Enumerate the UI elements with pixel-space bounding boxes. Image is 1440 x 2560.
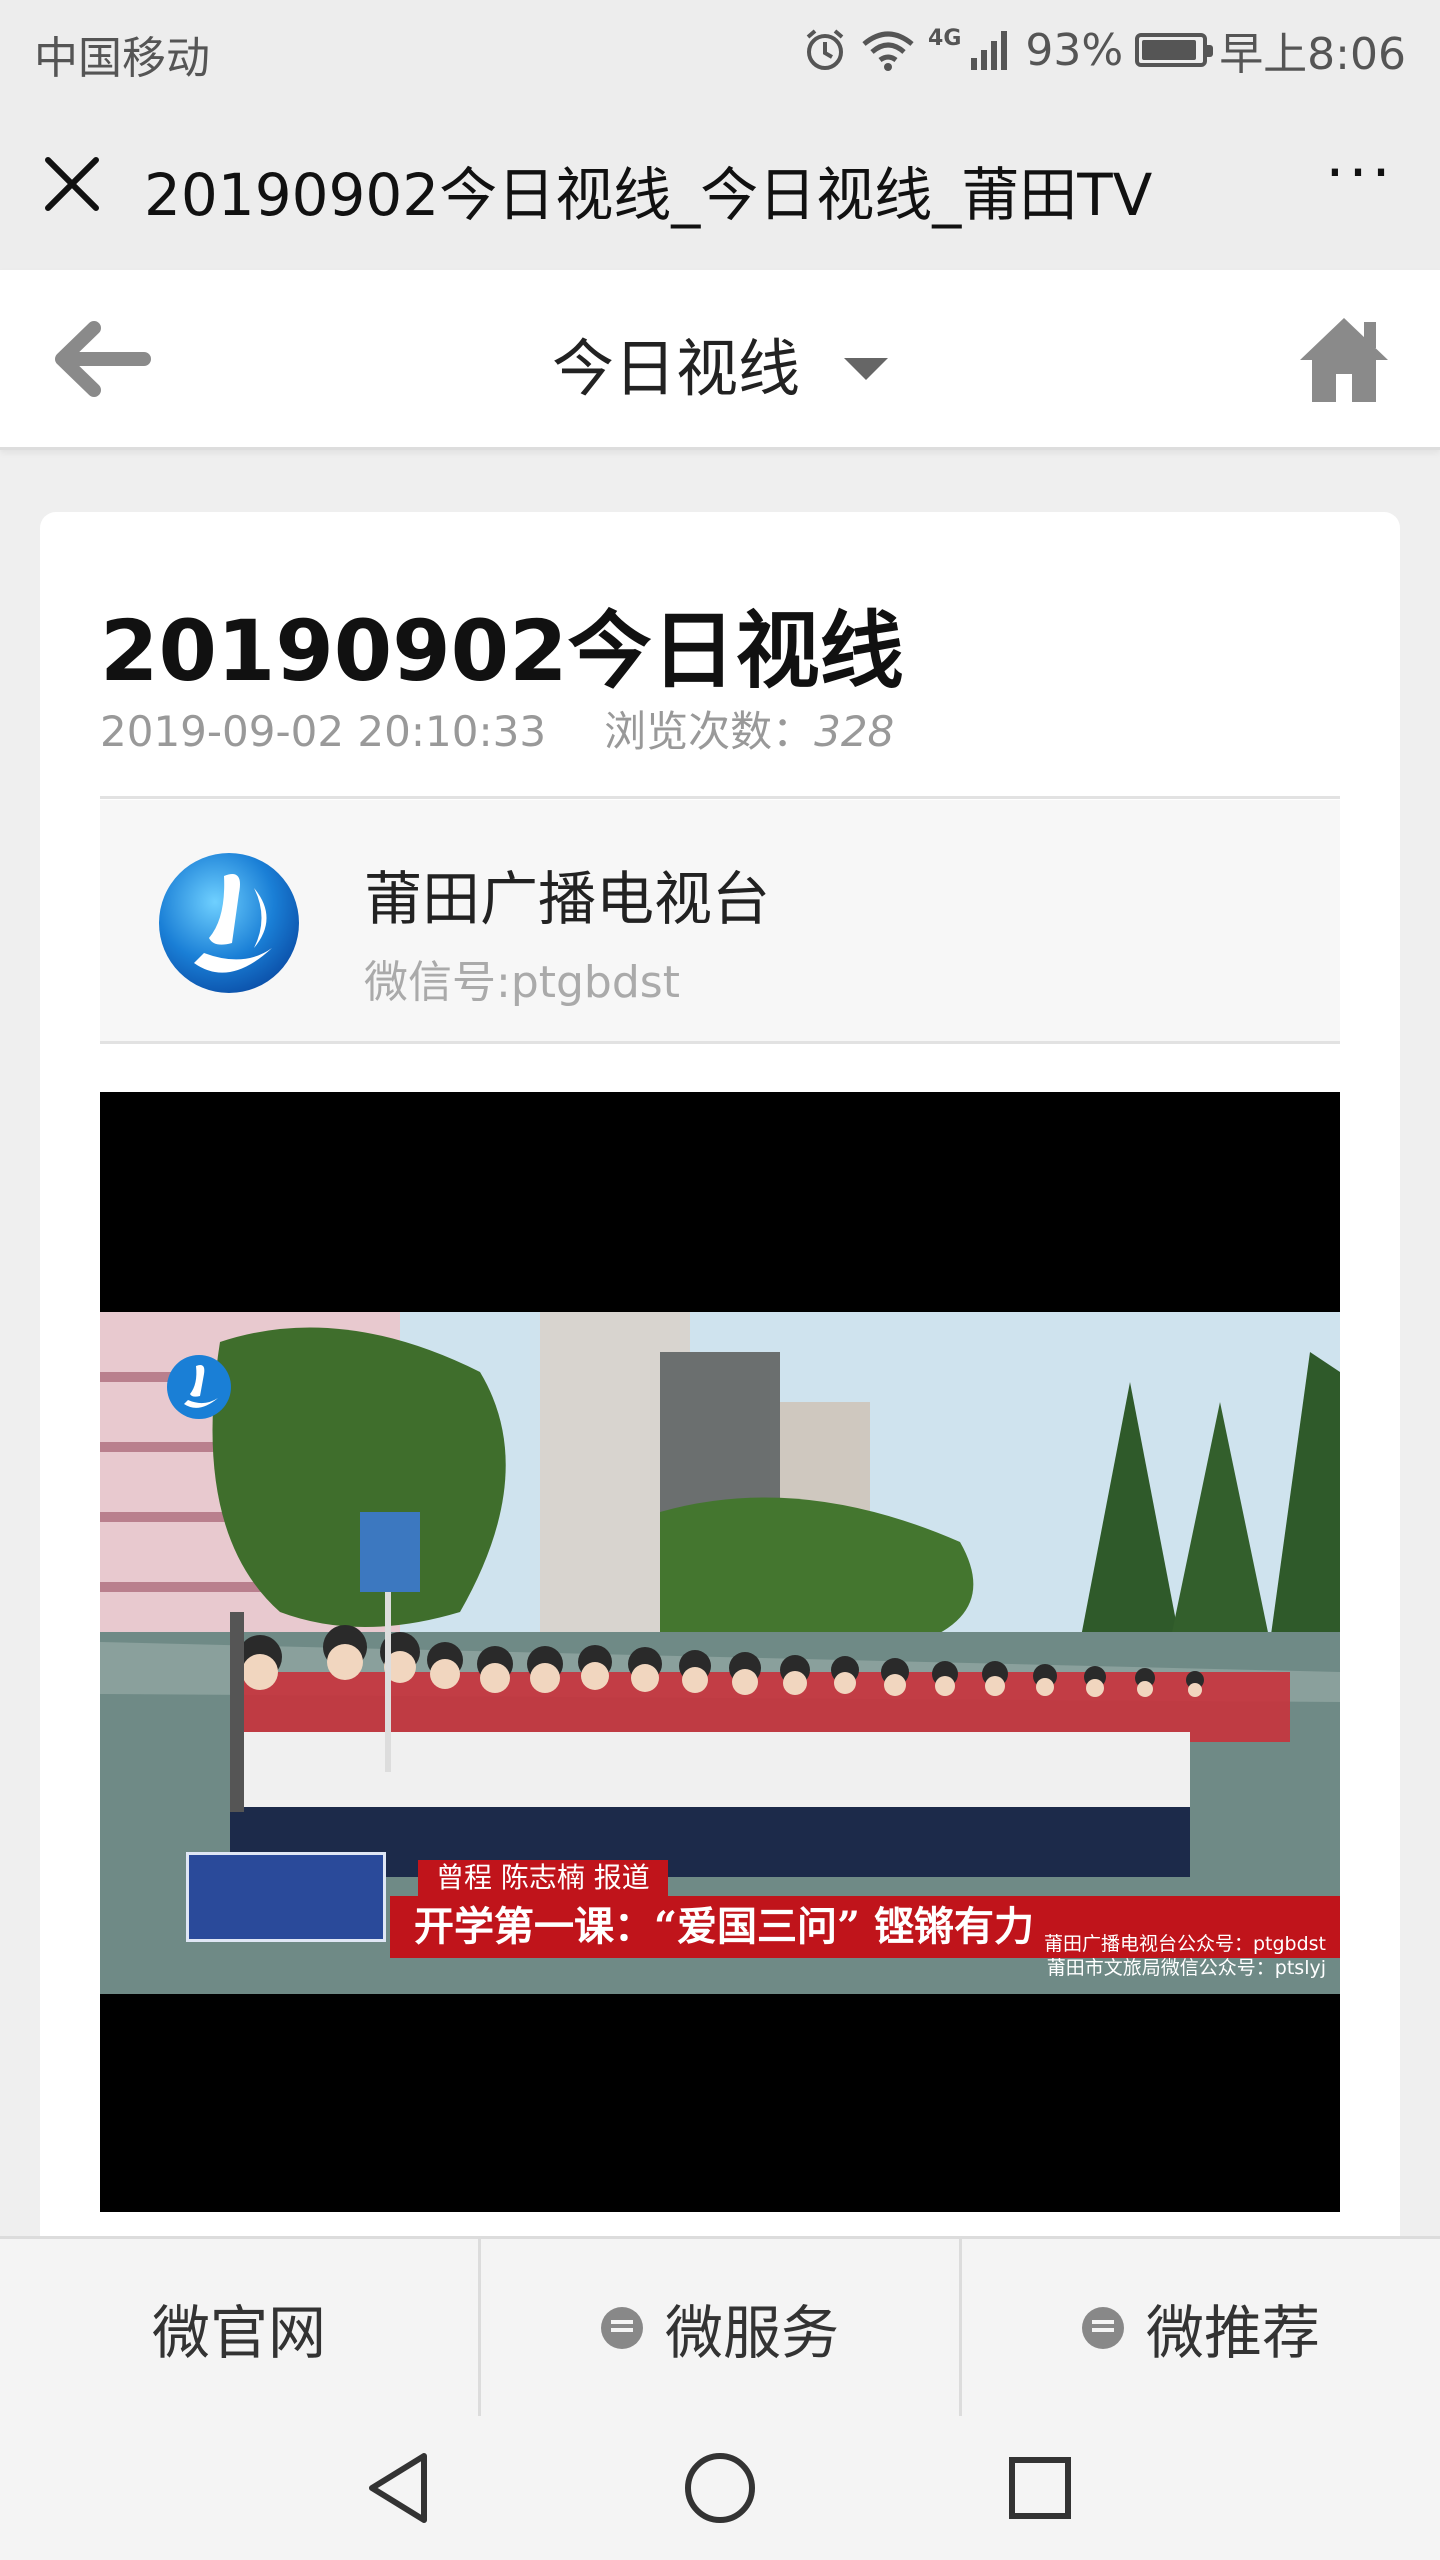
sub-caption-tourism: 莆田市文旅局微信公众号：ptslyj xyxy=(1046,1957,1326,1979)
network-type-label: 4G xyxy=(928,25,962,51)
recents-square-icon[interactable] xyxy=(998,2446,1082,2530)
account-name: 莆田广播电视台 xyxy=(364,865,771,933)
account-card[interactable]: 莆田广播电视台 微信号:ptgbdst xyxy=(100,800,1340,1044)
article-meta: 2019-09-02 20:10:33 浏览次数：328 xyxy=(100,698,894,759)
more-menu-button[interactable]: ··· xyxy=(1320,143,1400,208)
station-logo-icon xyxy=(154,848,304,998)
close-icon[interactable] xyxy=(40,152,104,216)
sub-caption-station: 莆田广播电视台公众号：ptgbdst xyxy=(1043,1933,1326,1955)
home-circle-icon[interactable] xyxy=(678,2446,762,2530)
views-label: 浏览次数： xyxy=(604,707,815,756)
back-triangle-icon[interactable] xyxy=(358,2446,442,2530)
article-card: 20190902今日视线 2019-09-02 20:10:33 浏览次数：328… xyxy=(40,512,1400,2252)
status-bar: 中国移动 4G 93% 早上8:06 xyxy=(0,0,1440,100)
account-wechat-id: 微信号:ptgbdst xyxy=(364,957,680,1008)
channel-logo-icon xyxy=(164,1352,234,1422)
clock: 早上8:06 xyxy=(1219,29,1406,80)
caption-thumbnail xyxy=(186,1852,386,1942)
nav-micro-site[interactable]: 微官网 xyxy=(0,2239,481,2416)
publish-datetime: 2019-09-02 20:10:33 xyxy=(100,707,547,756)
wechat-title-bar: 20190902今日视线_今日视线_莆田TV ··· xyxy=(0,100,1440,270)
sub-captions: 莆田广播电视台公众号：ptgbdst 莆田市文旅局微信公众号：ptslyj xyxy=(1044,1932,1326,1980)
carrier-label: 中国移动 xyxy=(34,33,210,84)
battery-fill xyxy=(1142,40,1197,60)
home-icon[interactable] xyxy=(1296,312,1392,408)
divider xyxy=(100,796,1340,799)
video-frame: 曾程 陈志楠 报道 开学第一课：“爱国三问” 铿锵有力 莆田广播电视台公众号：p… xyxy=(100,1312,1340,1994)
reporter-caption: 曾程 陈志楠 报道 xyxy=(418,1860,668,1896)
battery-icon xyxy=(1135,33,1214,67)
wifi-icon xyxy=(860,28,916,72)
nav-label: 微官网 xyxy=(151,2298,326,2367)
channel-selector[interactable]: 今日视线 xyxy=(0,318,1440,408)
menu-icon xyxy=(600,2306,643,2349)
article-title: 20190902今日视线 xyxy=(100,602,904,700)
signal-icon xyxy=(969,28,1013,72)
site-header: 今日视线 xyxy=(0,270,1440,450)
nav-micro-service[interactable]: 微服务 xyxy=(481,2239,962,2416)
caret-down-icon xyxy=(844,357,888,380)
system-nav-bar xyxy=(0,2416,1440,2560)
nav-micro-recommend[interactable]: 微推荐 xyxy=(962,2239,1440,2416)
video-player[interactable]: 曾程 陈志楠 报道 开学第一课：“爱国三问” 铿锵有力 莆田广播电视台公众号：p… xyxy=(100,1092,1340,2212)
view-count: 328 xyxy=(814,707,895,756)
alarm-icon xyxy=(802,27,848,73)
menu-icon xyxy=(1081,2306,1124,2349)
status-icons: 4G 93% 早上8:06 xyxy=(802,18,1406,82)
wechat-page-title: 20190902今日视线_今日视线_莆田TV xyxy=(144,161,1153,229)
nav-label: 微服务 xyxy=(664,2298,839,2367)
nav-label: 微推荐 xyxy=(1145,2298,1320,2367)
channel-title: 今日视线 xyxy=(551,332,800,405)
bottom-nav: 微官网 微服务 微推荐 xyxy=(0,2236,1440,2416)
battery-percent: 93% xyxy=(1025,24,1124,76)
